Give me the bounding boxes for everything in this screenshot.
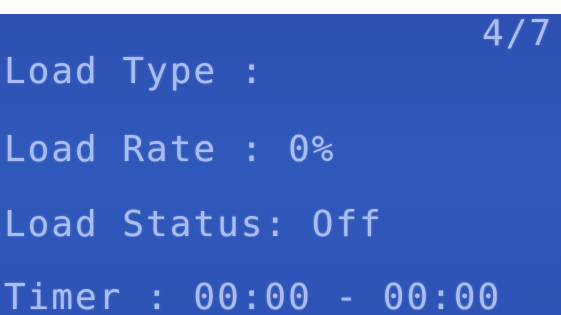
timer-label: Timer : (4, 277, 194, 315)
load-status-label: Load Status: (4, 204, 312, 245)
load-status-row: Load Status: Off (4, 207, 383, 243)
load-rate-row: Load Rate : 0% (4, 132, 335, 168)
timer-value: 00:00 - 00:00 (193, 277, 502, 315)
lcd-display: 4/7 Load Type : Load Rate : 0% Load Stat… (0, 14, 561, 315)
load-status-value: Off (311, 204, 383, 245)
load-type-label: Load Type : (4, 51, 265, 92)
timer-row: Timer : 00:00 - 00:00 (4, 280, 501, 315)
load-type-row: Load Type : (4, 54, 264, 90)
load-rate-label: Load Rate : (4, 129, 289, 170)
load-rate-value: 0% (288, 129, 336, 170)
page-indicator: 4/7 (481, 14, 553, 54)
